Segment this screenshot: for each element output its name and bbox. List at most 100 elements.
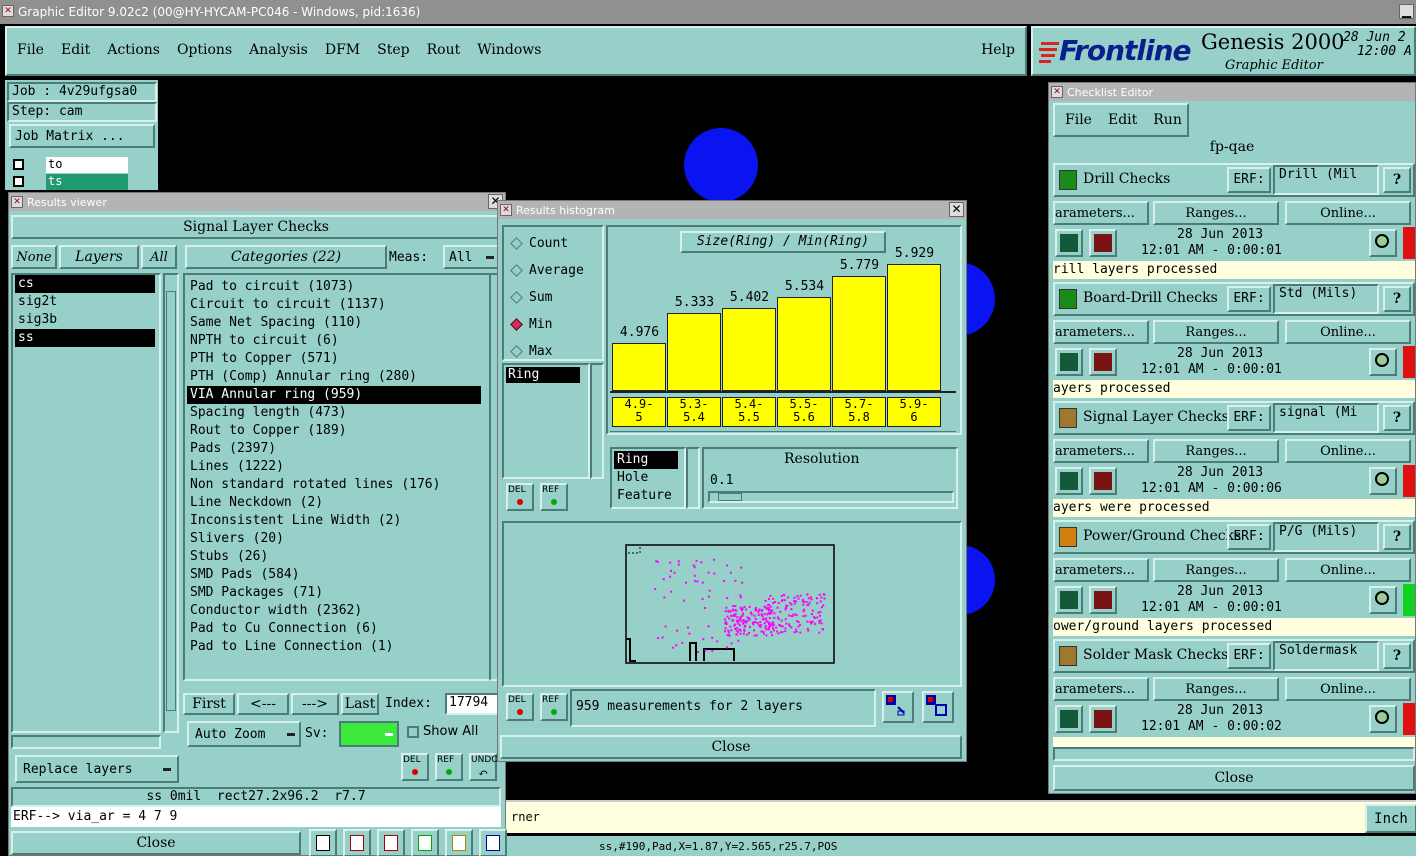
metric-item[interactable]: Ring [506,367,580,383]
category-item[interactable]: Line Neckdown (2) [187,494,481,512]
minimize-icon[interactable]: ▁ [1399,4,1414,19]
measure-button[interactable] [309,829,337,856]
ranges-button[interactable]: Ranges... [1153,439,1279,463]
category-item[interactable]: Inconsistent Line Width (2) [187,512,481,530]
category-item[interactable]: NPTH to circuit (6) [187,332,481,350]
erf-value[interactable]: P/G (Mils) [1273,522,1379,552]
section-help-button[interactable]: ? [1383,643,1411,669]
category-item[interactable]: VIA Annular ring (959) [187,386,481,404]
layer-list-vscroll[interactable] [163,273,179,733]
layers-button[interactable]: Layers [59,245,139,269]
checklist-menu-run[interactable]: Run [1153,112,1182,128]
job-matrix-button[interactable]: Job Matrix ... [9,124,155,148]
metric-list-vscroll[interactable] [590,363,604,479]
pad-button[interactable] [343,829,371,856]
run-check-button[interactable] [1055,467,1083,495]
layer-list-item[interactable]: ss [15,329,155,347]
preview-ref-button[interactable]: REF [540,693,568,721]
section-help-button[interactable]: ? [1383,405,1411,431]
category-item[interactable]: Lines (1222) [187,458,481,476]
stop-check-button[interactable] [1089,586,1117,614]
resolution-slider[interactable] [708,491,954,503]
slider-thumb[interactable] [718,493,742,501]
erf-value[interactable]: Std (Mils) [1273,284,1379,314]
section-name[interactable]: Solder Mask Checks [1083,647,1228,663]
zoom-results-button[interactable] [1369,348,1397,376]
checklist-menu-file[interactable]: File [1065,112,1092,128]
category-item[interactable]: Slivers (20) [187,530,481,548]
layer-button[interactable] [411,829,439,856]
attribute-item[interactable]: Hole [614,469,678,487]
replace-layers-dropdown[interactable]: Replace layers [15,755,179,783]
run-check-button[interactable] [1055,705,1083,733]
online-button[interactable]: Online... [1285,677,1411,701]
stop-check-button[interactable] [1089,348,1117,376]
erf-value[interactable]: signal (Mi [1273,403,1379,433]
category-item[interactable]: PTH (Comp) Annular ring (280) [187,368,481,386]
section-name[interactable]: Drill Checks [1083,171,1170,187]
mode-radio-average[interactable]: Average [508,260,584,280]
category-item[interactable]: Pad to Line Connection (1) [187,638,481,656]
canvas-pad[interactable] [684,128,758,202]
attribute-item[interactable]: Feature [614,487,678,505]
menu-edit[interactable]: Edit [61,42,90,58]
parameters-button[interactable]: arameters... [1053,677,1149,701]
category-item[interactable]: Same Net Spacing (110) [187,314,481,332]
histogram-close-button[interactable]: Close [500,735,962,759]
menu-dfm[interactable]: DFM [325,42,360,58]
online-button[interactable]: Online... [1285,201,1411,225]
category-item[interactable]: PTH to Copper (571) [187,350,481,368]
category-item[interactable]: Circuit to circuit (1137) [187,296,481,314]
last-button[interactable]: Last [341,693,379,715]
run-check-button[interactable] [1055,229,1083,257]
scroll-thumb[interactable] [166,291,176,711]
next-button[interactable]: ---> [291,693,339,715]
online-button[interactable]: Online... [1285,439,1411,463]
menu-windows[interactable]: Windows [477,42,541,58]
hist-ref-button[interactable]: REF [540,483,568,511]
categories-button[interactable]: Categories (22) [185,245,387,269]
del-button[interactable]: DEL [401,753,429,781]
menu-options[interactable]: Options [177,42,232,58]
run-check-button[interactable] [1055,586,1083,614]
mode-radio-count[interactable]: Count [508,233,568,253]
help-menu[interactable]: Help [981,42,1015,58]
menu-step[interactable]: Step [377,42,409,58]
preview-del-button[interactable]: DEL [506,693,534,721]
section-help-button[interactable]: ? [1383,286,1411,312]
menu-actions[interactable]: Actions [107,42,160,58]
menu-analysis[interactable]: Analysis [249,42,308,58]
board-preview[interactable] [502,521,962,687]
parameters-button[interactable]: arameters... [1053,439,1149,463]
layer-list-item[interactable]: sig3b [15,311,155,329]
ranges-button[interactable]: Ranges... [1153,320,1279,344]
parameters-button[interactable]: arameters... [1053,320,1149,344]
online-button[interactable]: Online... [1285,320,1411,344]
mode-radio-min[interactable]: Min [508,314,552,334]
stop-check-button[interactable] [1089,705,1117,733]
none-button[interactable]: None [11,245,57,269]
histogram-bar[interactable] [832,276,886,391]
parameters-button[interactable]: arameters... [1053,558,1149,582]
stop-check-button[interactable] [1089,467,1117,495]
checklist-hscroll[interactable] [1053,747,1415,761]
category-item[interactable]: Pads (2397) [187,440,481,458]
category-item[interactable]: Pad to circuit (1073) [187,278,481,296]
category-item[interactable]: Stubs (26) [187,548,481,566]
attribute-item[interactable]: Ring [614,451,678,469]
online-button[interactable]: Online... [1285,558,1411,582]
category-item[interactable]: Rout to Copper (189) [187,422,481,440]
erf-value[interactable]: Drill (Mil [1273,165,1379,195]
section-name[interactable]: Signal Layer Checks [1083,409,1229,425]
layer-ts-row[interactable]: ts [11,174,129,190]
chart-hscroll[interactable] [610,431,956,441]
attribute-list-vscroll[interactable] [686,447,700,509]
category-item[interactable]: SMD Packages (71) [187,584,481,602]
undo-button[interactable]: UNDO ↶ [469,753,498,781]
histogram-bar[interactable] [722,307,776,391]
stop-check-button[interactable] [1089,229,1117,257]
section-name[interactable]: Board-Drill Checks [1083,290,1218,306]
run-check-button[interactable] [1055,348,1083,376]
erf-value[interactable]: Soldermask [1273,641,1379,671]
layer-list-item[interactable]: sig2t [15,293,155,311]
